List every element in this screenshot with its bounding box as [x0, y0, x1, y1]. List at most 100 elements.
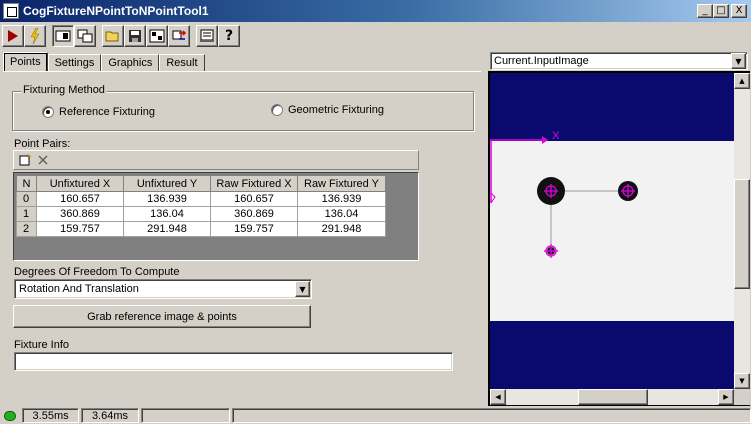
dof-dropdown[interactable]: Rotation And Translation ▼	[14, 279, 312, 299]
open-button[interactable]	[102, 25, 124, 47]
status-time-1: 3.55ms	[21, 408, 80, 423]
cell-raw-fixtured-x[interactable]: 160.657	[210, 191, 298, 207]
fixture-info-label: Fixture Info	[14, 339, 70, 351]
run-button[interactable]	[2, 25, 24, 47]
new-icon	[19, 154, 31, 166]
image-source-button[interactable]	[146, 25, 168, 47]
tab-graphics[interactable]: Graphics	[101, 54, 160, 72]
horizontal-scrollbar[interactable]: ◀ ▶	[490, 389, 734, 405]
vertical-scroll-thumb[interactable]	[734, 179, 750, 289]
fixture-info-field[interactable]	[14, 352, 453, 371]
column-header-raw-fixtured-y[interactable]: Raw Fixtured Y	[297, 175, 386, 192]
report-button[interactable]	[196, 25, 218, 47]
cell-unfixtured-x[interactable]: 159.757	[36, 221, 124, 237]
image-source-icon	[149, 29, 165, 43]
column-header-unfixtured-y[interactable]: Unfixtured Y	[123, 175, 211, 192]
title-bar: CogFixtureNPointToNPointTool1 _ □ X	[0, 0, 751, 22]
horizontal-scroll-thumb[interactable]	[578, 389, 648, 405]
scroll-right-button[interactable]: ▶	[718, 389, 734, 405]
chevron-up-icon: ▲	[739, 77, 745, 85]
report-icon	[200, 29, 214, 42]
viewer-image-dropdown[interactable]: Current.InputImage ▼	[490, 52, 748, 70]
point-pairs-toolbar	[13, 150, 419, 170]
row-index: 1	[16, 206, 37, 222]
toolbar: ?	[0, 23, 240, 49]
show-hide-icon	[55, 30, 71, 42]
local-display-button[interactable]	[74, 25, 96, 47]
reset-button[interactable]	[168, 25, 190, 47]
cell-unfixtured-y[interactable]: 291.948	[123, 221, 211, 237]
tab-settings[interactable]: Settings	[47, 54, 102, 72]
table-row[interactable]: 2 159.757 291.948 159.757 291.948	[16, 221, 386, 237]
help-button[interactable]: ?	[218, 25, 240, 47]
cell-unfixtured-y[interactable]: 136.939	[123, 191, 211, 207]
point-pairs-grid: N Unfixtured X Unfixtured Y Raw Fixtured…	[13, 172, 419, 261]
viewer-image-value: Current.InputImage	[494, 55, 589, 67]
cell-unfixtured-y[interactable]: 136.04	[123, 206, 211, 222]
delete-icon	[38, 155, 48, 165]
column-header-raw-fixtured-x[interactable]: Raw Fixtured X	[210, 175, 298, 192]
new-point-button[interactable]	[16, 152, 34, 168]
table-row[interactable]: 0 160.657 136.939 160.657 136.939	[16, 191, 386, 207]
viewer-dropdown-arrow[interactable]: ▼	[731, 53, 746, 69]
dof-dropdown-arrow[interactable]: ▼	[295, 281, 310, 297]
scrollbar-corner	[734, 389, 750, 405]
help-icon: ?	[224, 28, 234, 44]
status-led-icon	[4, 410, 16, 421]
open-icon	[105, 31, 119, 42]
chevron-left-icon: ◀	[495, 393, 501, 401]
image-display-svg: X	[490, 73, 734, 389]
tab-result[interactable]: Result	[159, 54, 205, 72]
column-header-unfixtured-x[interactable]: Unfixtured X	[36, 175, 124, 192]
chevron-down-icon: ▼	[735, 56, 742, 66]
electric-button[interactable]	[24, 25, 46, 47]
scroll-up-button[interactable]: ▲	[734, 73, 750, 89]
scroll-down-button[interactable]: ▼	[734, 373, 750, 389]
app-icon[interactable]	[3, 3, 19, 19]
table-row[interactable]: 1 360.869 136.04 360.869 136.04	[16, 206, 386, 222]
chevron-down-icon: ▼	[299, 284, 306, 294]
reference-fixturing-radio[interactable]: Reference Fixturing	[42, 106, 155, 118]
column-header-n[interactable]: N	[16, 175, 37, 192]
dof-label: Degrees Of Freedom To Compute	[14, 266, 180, 278]
geometric-fixturing-radio[interactable]: Geometric Fixturing	[271, 104, 384, 116]
window-title: CogFixtureNPointToNPointTool1	[23, 4, 209, 18]
tab-points[interactable]: Points	[3, 52, 48, 72]
electric-icon	[30, 28, 40, 44]
chevron-right-icon: ▶	[723, 393, 729, 401]
cell-raw-fixtured-x[interactable]: 159.757	[210, 221, 298, 237]
fixturing-method-label: Fixturing Method	[21, 84, 107, 96]
delete-point-button[interactable]	[34, 152, 52, 168]
vertical-scrollbar[interactable]: ▲ ▼	[734, 73, 750, 389]
status-time-2: 3.64ms	[81, 408, 139, 423]
save-icon	[129, 30, 141, 42]
close-button[interactable]: X	[731, 4, 747, 18]
dof-value: Rotation And Translation	[19, 283, 139, 295]
table-header-row: N Unfixtured X Unfixtured Y Raw Fixtured…	[16, 175, 386, 192]
image-display[interactable]: X	[490, 73, 734, 389]
row-index: 2	[16, 221, 37, 237]
cell-unfixtured-x[interactable]: 360.869	[36, 206, 124, 222]
cell-raw-fixtured-y[interactable]: 136.04	[297, 206, 386, 222]
tab-strip: Points Settings Graphics Result	[3, 52, 205, 72]
minimize-button[interactable]: _	[697, 4, 713, 18]
radio-checked-icon	[42, 106, 54, 118]
run-icon	[8, 30, 18, 42]
window-controls: _ □ X	[697, 4, 747, 18]
fixture-x-label: X	[552, 130, 560, 142]
cell-raw-fixtured-y[interactable]: 291.948	[297, 221, 386, 237]
row-index: 0	[16, 191, 37, 207]
save-button[interactable]	[124, 25, 146, 47]
point-pairs-label: Point Pairs:	[14, 138, 71, 150]
reset-icon	[172, 30, 187, 40]
radio-unchecked-icon	[271, 104, 283, 116]
scroll-left-button[interactable]: ◀	[490, 389, 506, 405]
grab-reference-button[interactable]: Grab reference image & points	[13, 305, 311, 328]
local-display-icon	[77, 29, 93, 43]
status-cell-empty	[140, 408, 230, 423]
show-hide-button[interactable]	[52, 25, 74, 47]
cell-raw-fixtured-y[interactable]: 136.939	[297, 191, 386, 207]
cell-raw-fixtured-x[interactable]: 360.869	[210, 206, 298, 222]
cell-unfixtured-x[interactable]: 160.657	[36, 191, 124, 207]
maximize-button[interactable]: □	[713, 4, 729, 18]
